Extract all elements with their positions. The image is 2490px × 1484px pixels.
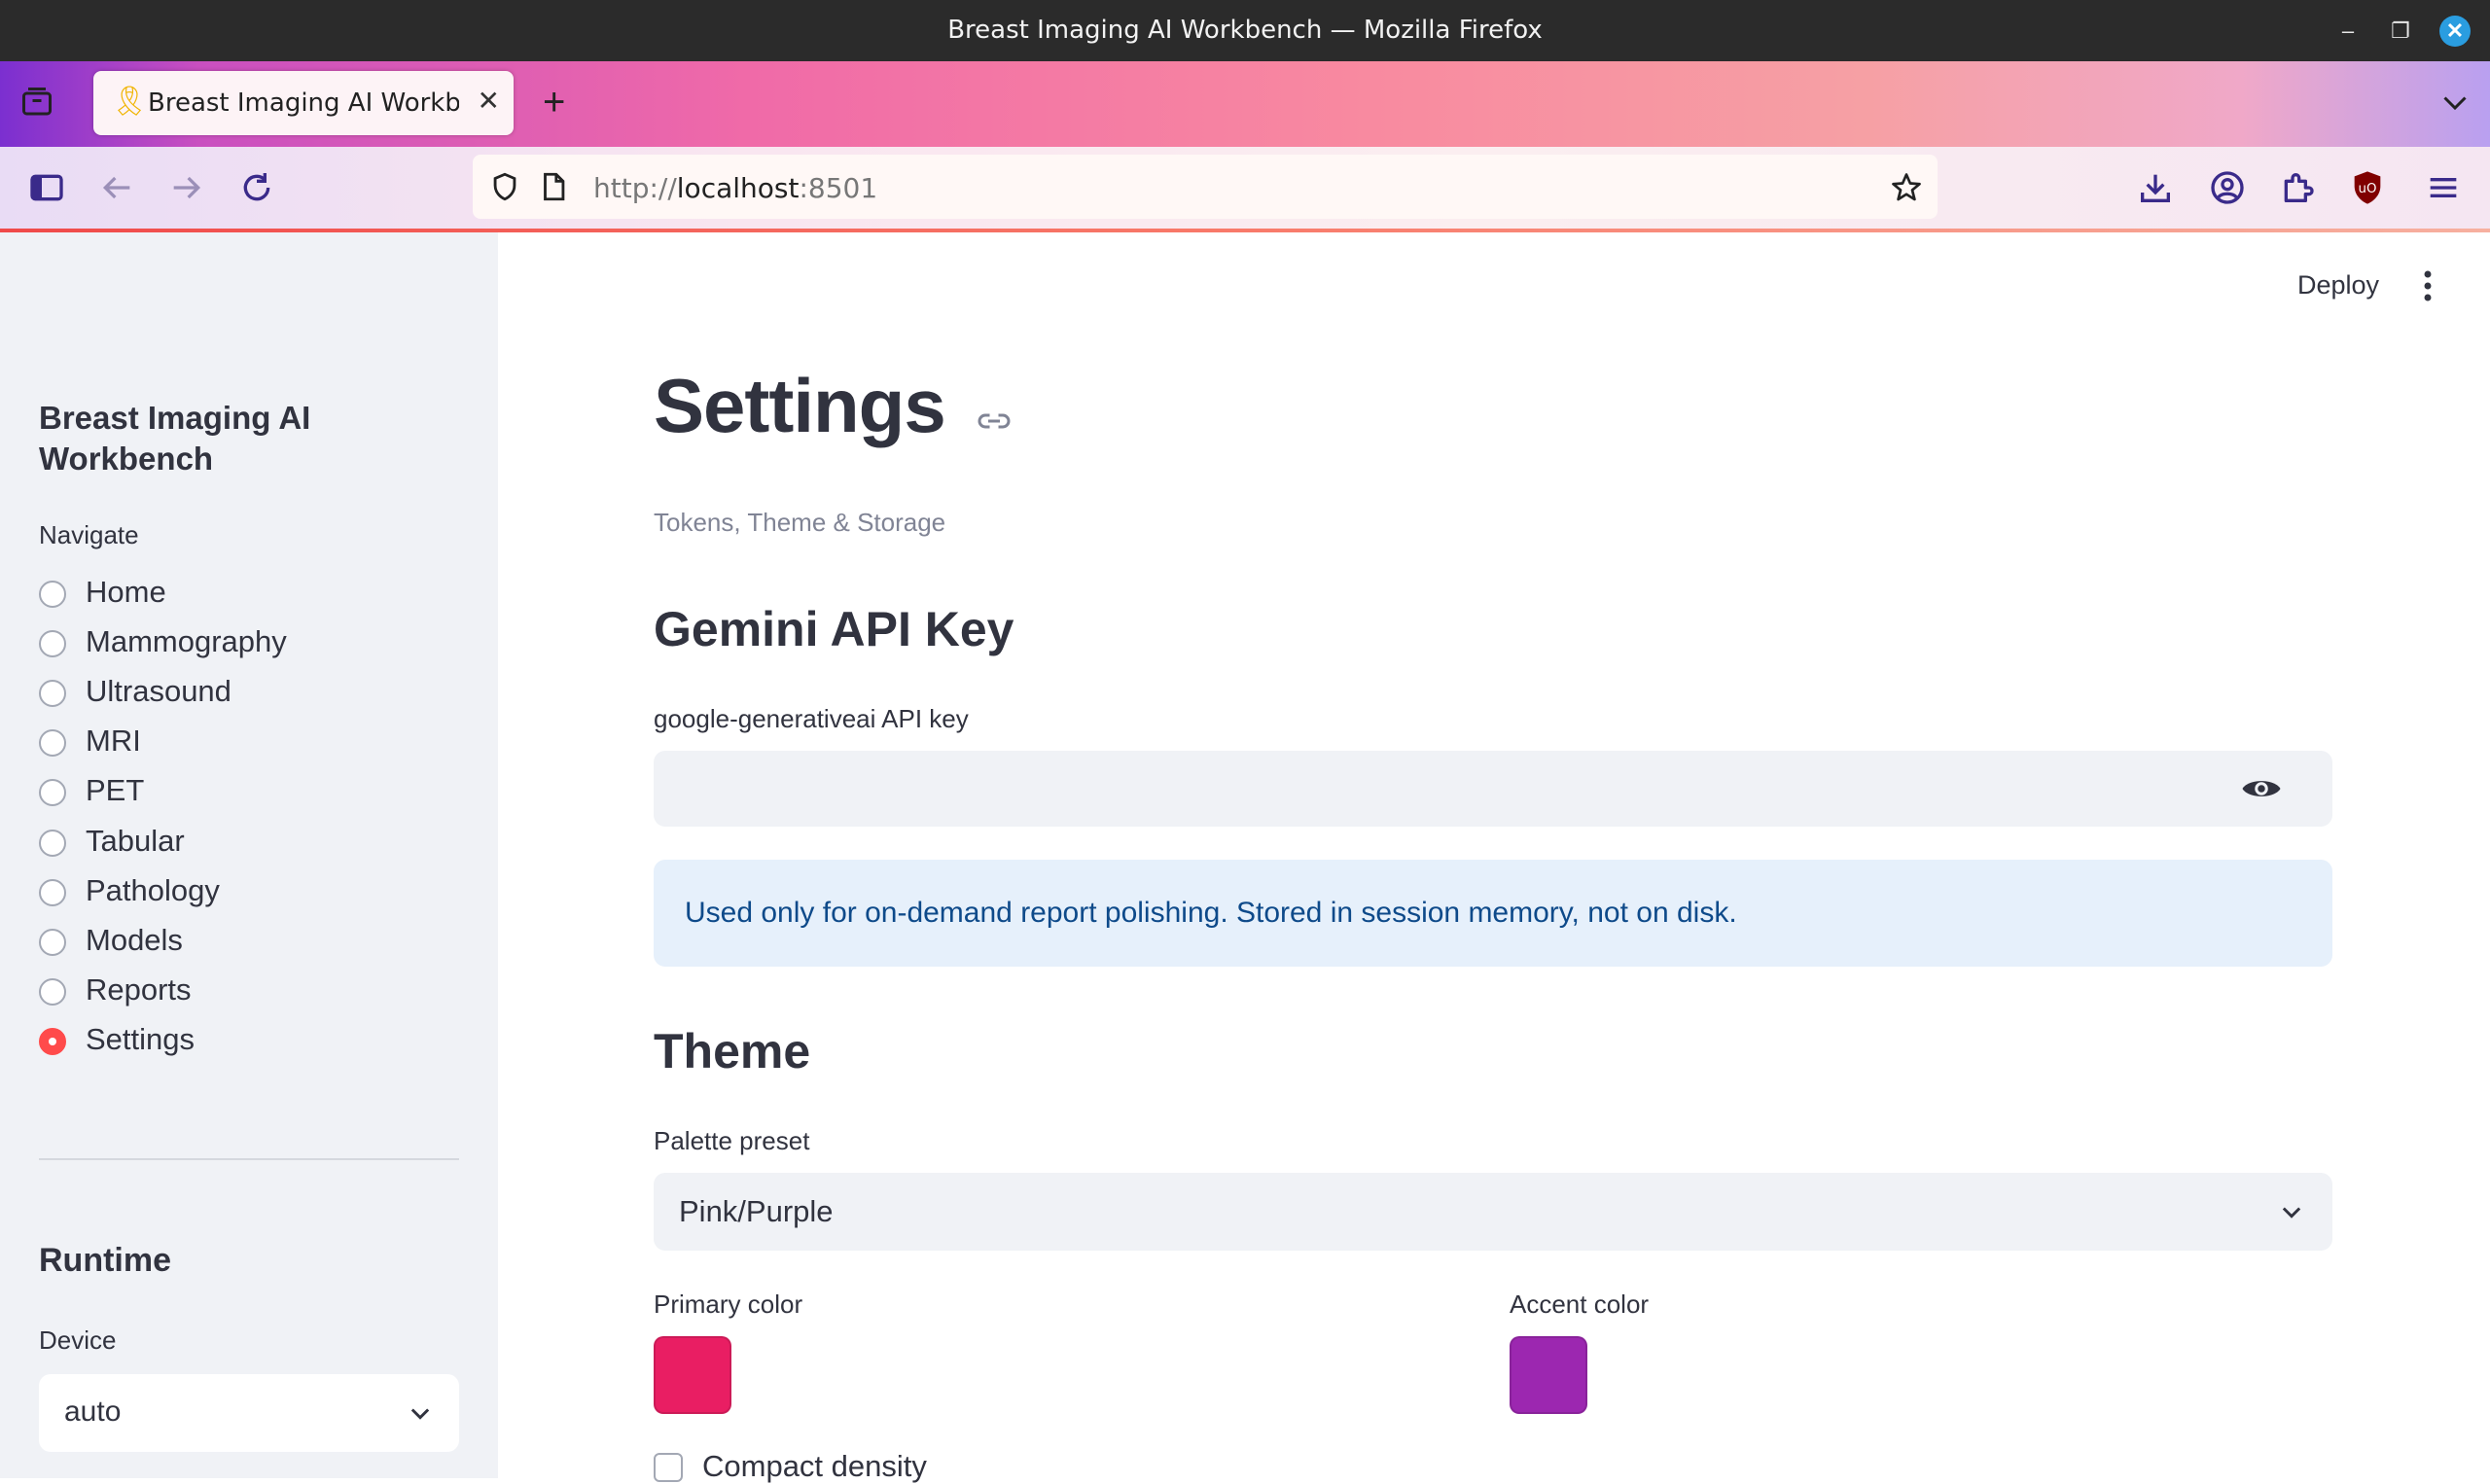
info-alert: Used only for on-demand report polishing…: [654, 860, 2332, 967]
primary-color-label: Primary color: [654, 1290, 803, 1319]
radio-circle[interactable]: [39, 680, 66, 707]
api-key-input[interactable]: [654, 751, 2332, 827]
tab-title: Breast Imaging AI Workbench: [148, 88, 459, 118]
radio-circle[interactable]: [39, 630, 66, 657]
url-scheme: http://: [593, 172, 677, 204]
maximize-button[interactable]: ❐: [2385, 16, 2416, 47]
palette-preset-label: Palette preset: [654, 1126, 810, 1155]
downloads-icon[interactable]: [2136, 168, 2175, 207]
sidebar-item-label: Reports: [86, 972, 192, 1007]
api-key-label: google-generativeai API key: [654, 704, 969, 733]
sidebar-item-label: Tabular: [86, 824, 185, 858]
runtime-heading: Runtime: [39, 1242, 171, 1279]
page-caption: Tokens, Theme & Storage: [654, 508, 946, 537]
forward-arrow-icon[interactable]: [167, 168, 206, 207]
sidebar-item-label: Pathology: [86, 873, 220, 907]
device-label: Device: [39, 1325, 117, 1355]
shield-icon[interactable]: [488, 170, 521, 203]
account-icon[interactable]: [2208, 168, 2247, 207]
browser-navbar: http://localhost:8501 uO: [0, 147, 2490, 232]
device-select-value: auto: [64, 1396, 122, 1428]
close-window-button[interactable]: ✕: [2439, 16, 2471, 47]
back-arrow-icon[interactable]: [97, 168, 136, 207]
extensions-icon[interactable]: [2278, 168, 2317, 207]
window-title: Breast Imaging AI Workbench — Mozilla Fi…: [947, 16, 1543, 45]
accent-color-label: Accent color: [1510, 1290, 1650, 1319]
radio-circle[interactable]: [39, 779, 66, 806]
window-titlebar: Breast Imaging AI Workbench — Mozilla Fi…: [0, 0, 2490, 61]
hamburger-menu-icon[interactable]: [2424, 168, 2463, 207]
url-text[interactable]: http://localhost:8501: [593, 172, 877, 204]
sidebar-item-label: Mammography: [86, 624, 287, 658]
navigate-label: Navigate: [39, 520, 139, 549]
gemini-api-heading: Gemini API Key: [654, 602, 1014, 656]
radio-circle[interactable]: [39, 729, 66, 757]
page-title: Settings: [654, 363, 946, 448]
new-tab-button[interactable]: +: [543, 81, 565, 124]
tab-overview-icon[interactable]: [19, 85, 54, 120]
primary-color-picker[interactable]: [654, 1336, 731, 1414]
minimize-button[interactable]: –: [2332, 16, 2364, 47]
url-bar[interactable]: http://localhost:8501: [473, 155, 1938, 219]
sidebar-item-label: Ultrasound: [86, 674, 231, 708]
url-host: localhost: [676, 172, 800, 204]
sidebar-app-title: Breast Imaging AI Workbench: [39, 400, 311, 477]
ublock-origin-icon[interactable]: uO: [2348, 168, 2387, 207]
sidebar-item-label: MRI: [86, 724, 141, 758]
radio-circle[interactable]: [39, 978, 66, 1006]
sidebar-divider: [39, 1158, 459, 1160]
sidebar-item-label: Settings: [86, 1022, 196, 1056]
chevron-down-icon: [2282, 1207, 2301, 1219]
radio-circle[interactable]: [39, 929, 66, 956]
url-port: :8501: [799, 172, 878, 204]
link-anchor-icon[interactable]: [977, 406, 1012, 436]
eye-icon[interactable]: [2241, 774, 2282, 803]
accent-color-picker[interactable]: [1510, 1336, 1587, 1414]
tab-strip: 🎗 Breast Imaging AI Workbench ✕ +: [0, 61, 2490, 147]
radio-circle[interactable]: [39, 879, 66, 906]
bookmark-star-icon[interactable]: [1889, 170, 1924, 205]
page-info-icon[interactable]: [537, 170, 570, 203]
tab-close-icon[interactable]: ✕: [478, 85, 500, 117]
deploy-button[interactable]: Deploy: [2297, 270, 2379, 300]
radio-circle[interactable]: [39, 581, 66, 608]
sidebar-toggle-icon[interactable]: [27, 168, 66, 207]
theme-heading: Theme: [654, 1024, 811, 1078]
browser-tab-active[interactable]: 🎗 Breast Imaging AI Workbench ✕: [93, 71, 514, 135]
sidebar-item-label: Models: [86, 923, 183, 957]
reload-icon[interactable]: [237, 168, 276, 207]
sidebar-item-label: Home: [86, 575, 166, 609]
chevron-down-icon: [410, 1408, 430, 1420]
chevron-down-icon[interactable]: [2437, 85, 2472, 120]
ribbon-favicon-icon: 🎗: [111, 86, 149, 118]
svg-text:uO: uO: [2359, 182, 2377, 196]
radio-circle-selected[interactable]: [39, 1028, 66, 1055]
compact-density-label: Compact density: [702, 1449, 927, 1483]
palette-preset-value: Pink/Purple: [679, 1194, 834, 1228]
app-sidebar: Breast Imaging AI Workbench Navigate Hom…: [0, 232, 498, 1478]
more-options-icon[interactable]: [2412, 266, 2443, 305]
info-alert-text: Used only for on-demand report polishing…: [685, 897, 1737, 929]
device-select[interactable]: auto: [39, 1374, 459, 1452]
sidebar-item-label: PET: [86, 773, 145, 807]
radio-circle[interactable]: [39, 830, 66, 857]
palette-preset-select[interactable]: Pink/Purple: [654, 1173, 2332, 1251]
